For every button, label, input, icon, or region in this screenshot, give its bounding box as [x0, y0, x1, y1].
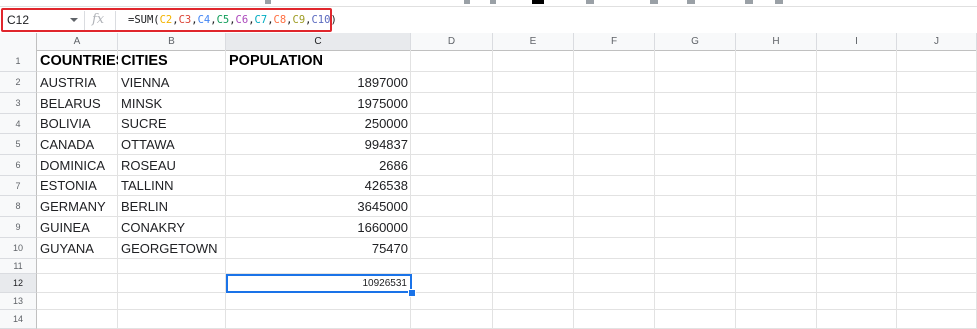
gridline: [492, 50, 493, 329]
row-header-9[interactable]: 9: [0, 217, 37, 238]
toolbar-icon[interactable]: [775, 0, 783, 4]
data-cell[interactable]: 250000: [226, 114, 411, 134]
data-cell[interactable]: 2686: [226, 155, 411, 176]
toolbar-icon[interactable]: [265, 0, 271, 4]
row-header-12[interactable]: 12: [0, 274, 37, 293]
data-cell[interactable]: BERLIN: [118, 196, 226, 217]
row-header-5[interactable]: 5: [0, 134, 37, 155]
data-cell[interactable]: BELARUS: [37, 93, 118, 114]
row-header-3[interactable]: 3: [0, 93, 37, 114]
row-header-2[interactable]: 2: [0, 72, 37, 93]
toolbar-icon[interactable]: [586, 0, 594, 4]
column-header-h[interactable]: H: [736, 33, 817, 50]
row-header-13[interactable]: 13: [0, 293, 37, 310]
toolbar-icon[interactable]: [687, 0, 695, 4]
data-cell[interactable]: 1897000: [226, 72, 411, 93]
highlight-annotation: [1, 8, 332, 32]
fill-handle[interactable]: [408, 289, 416, 297]
selected-cell-c12[interactable]: 10926531: [226, 274, 412, 293]
data-cell[interactable]: MINSK: [118, 93, 226, 114]
data-cell[interactable]: BOLIVIA: [37, 114, 118, 134]
data-cell[interactable]: AUSTRIA: [37, 72, 118, 93]
data-cell[interactable]: 75470: [226, 238, 411, 259]
data-cell[interactable]: GUYANA: [37, 238, 118, 259]
row-header-4[interactable]: 4: [0, 114, 37, 134]
row-header-10[interactable]: 10: [0, 238, 37, 259]
column-header-b[interactable]: B: [118, 33, 226, 50]
text-color-icon[interactable]: [532, 0, 544, 4]
data-cell[interactable]: SUCRE: [118, 114, 226, 134]
gridline: [896, 50, 897, 329]
header-cell[interactable]: CITIES: [118, 50, 226, 72]
data-cell[interactable]: VIENNA: [118, 72, 226, 93]
column-header-a[interactable]: A: [37, 33, 118, 50]
data-cell[interactable]: DOMINICA: [37, 155, 118, 176]
data-cell[interactable]: TALLINN: [118, 176, 226, 196]
column-headers: ABCDEFGHIJ: [0, 33, 977, 51]
data-cell[interactable]: OTTAWA: [118, 134, 226, 155]
gridline: [816, 50, 817, 329]
row-header-8[interactable]: 8: [0, 196, 37, 217]
gridline: [37, 292, 977, 293]
data-cell[interactable]: CANADA: [37, 134, 118, 155]
toolbar-icon[interactable]: [650, 0, 658, 4]
column-header-i[interactable]: I: [817, 33, 897, 50]
gridline: [37, 309, 977, 310]
header-cell[interactable]: COUNTRIES: [37, 50, 118, 72]
toolbar-icon[interactable]: [464, 0, 470, 4]
gridline: [573, 50, 574, 329]
toolbar-strip: [0, 0, 977, 7]
data-cell[interactable]: ROSEAU: [118, 155, 226, 176]
column-header-e[interactable]: E: [493, 33, 574, 50]
data-cell[interactable]: 994837: [226, 134, 411, 155]
data-cell[interactable]: 1975000: [226, 93, 411, 114]
column-header-d[interactable]: D: [411, 33, 493, 50]
row-header-1[interactable]: 1: [0, 50, 37, 72]
column-header-g[interactable]: G: [655, 33, 736, 50]
data-cell[interactable]: ESTONIA: [37, 176, 118, 196]
column-header-c[interactable]: C: [226, 33, 411, 50]
data-cell[interactable]: CONAKRY: [118, 217, 226, 238]
row-header-11[interactable]: 11: [0, 259, 37, 274]
gridline: [654, 50, 655, 329]
gridline: [37, 273, 977, 274]
row-header-7[interactable]: 7: [0, 176, 37, 196]
data-cell[interactable]: 1660000: [226, 217, 411, 238]
toolbar-icon[interactable]: [745, 0, 753, 4]
select-all-corner[interactable]: [0, 33, 37, 50]
row-header-6[interactable]: 6: [0, 155, 37, 176]
gridline: [735, 50, 736, 329]
header-cell[interactable]: POPULATION: [226, 50, 411, 72]
column-header-f[interactable]: F: [574, 33, 655, 50]
data-cell[interactable]: 3645000: [226, 196, 411, 217]
row-header-14[interactable]: 14: [0, 310, 37, 329]
data-cell[interactable]: GUINEA: [37, 217, 118, 238]
column-header-j[interactable]: J: [897, 33, 977, 50]
data-cell[interactable]: GERMANY: [37, 196, 118, 217]
toolbar-icon[interactable]: [490, 0, 496, 4]
data-cell[interactable]: 426538: [226, 176, 411, 196]
data-cell[interactable]: GEORGETOWN: [118, 238, 226, 259]
